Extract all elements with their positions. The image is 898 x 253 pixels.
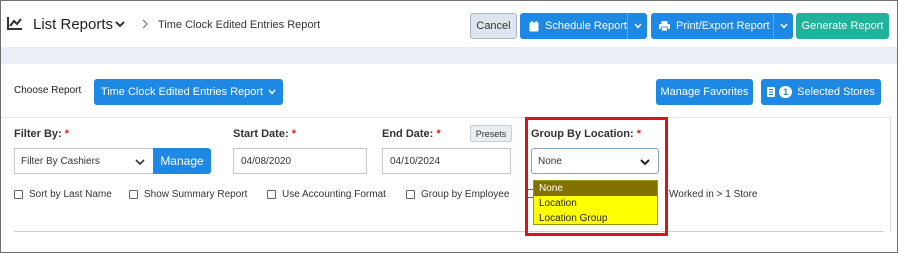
generate-report-button[interactable]: Generate Report [796, 13, 889, 39]
print-export-button[interactable]: Print/Export Report [651, 13, 793, 39]
print-dropdown-toggle[interactable] [773, 13, 793, 39]
selected-stores-button[interactable]: 1 Selected Stores [761, 79, 881, 105]
panel-scroll-edge [890, 117, 891, 232]
chevron-down-icon [135, 159, 145, 166]
choose-report-label: Choose Report [14, 85, 82, 96]
filter-by-label: Filter By: * [14, 128, 70, 140]
checkbox-box[interactable] [129, 190, 138, 199]
cancel-button[interactable]: Cancel [470, 13, 517, 39]
schedule-report-button[interactable]: Schedule Report [520, 13, 647, 39]
checkbox-box[interactable] [267, 190, 276, 199]
chevron-down-icon[interactable] [114, 18, 126, 30]
chart-icon [7, 17, 22, 30]
sort-last-name-checkbox[interactable]: Sort by Last Name [14, 189, 112, 200]
selected-report-label: Time Clock Edited Entries Report [100, 86, 264, 98]
presets-button[interactable]: Presets [470, 125, 512, 142]
top-bar: List Reports Time Clock Edited Entries R… [1, 1, 897, 47]
chevron-down-icon [779, 23, 788, 29]
chevron-right-icon [142, 19, 148, 29]
group-employee-checkbox[interactable]: Group by Employee [406, 189, 509, 200]
schedule-report-label: Schedule Report [545, 20, 627, 32]
chevron-down-icon [633, 23, 642, 29]
start-date-label: Start Date: * [233, 128, 296, 140]
manage-favorites-button[interactable]: Manage Favorites [656, 79, 753, 105]
checkbox-box[interactable] [14, 190, 23, 199]
choose-report-dropdown[interactable]: Time Clock Edited Entries Report [94, 79, 283, 105]
filter-by-value: Filter By Cashiers [21, 155, 100, 167]
annotation-highlight-box [525, 117, 668, 236]
end-date-input[interactable]: 04/10/2024 [382, 148, 511, 174]
page-title[interactable]: List Reports [33, 16, 113, 33]
start-date-input[interactable]: 04/08/2020 [233, 148, 367, 174]
chevron-down-icon [268, 89, 276, 95]
breadcrumb: Time Clock Edited Entries Report [158, 19, 321, 31]
bottom-divider [14, 231, 884, 232]
filter-by-select[interactable]: Filter By Cashiers [14, 148, 154, 174]
printer-icon [659, 21, 670, 31]
checkbox-box[interactable] [406, 190, 415, 199]
worked-multi-store-checkbox[interactable]: Worked in > 1 Store [669, 189, 757, 200]
store-count-badge: 1 [779, 86, 793, 98]
header-divider-band [1, 47, 897, 64]
accounting-format-checkbox[interactable]: Use Accounting Format [267, 189, 386, 200]
section-divider [1, 117, 891, 118]
calendar-icon [529, 20, 539, 31]
summary-report-checkbox[interactable]: Show Summary Report [129, 189, 247, 200]
end-date-label: End Date: * [382, 128, 441, 140]
selected-stores-label: Selected Stores [797, 86, 875, 98]
print-export-label: Print/Export Report [676, 20, 770, 32]
manage-button[interactable]: Manage [153, 148, 211, 174]
store-list-icon [767, 87, 776, 97]
schedule-dropdown-toggle[interactable] [627, 13, 647, 39]
